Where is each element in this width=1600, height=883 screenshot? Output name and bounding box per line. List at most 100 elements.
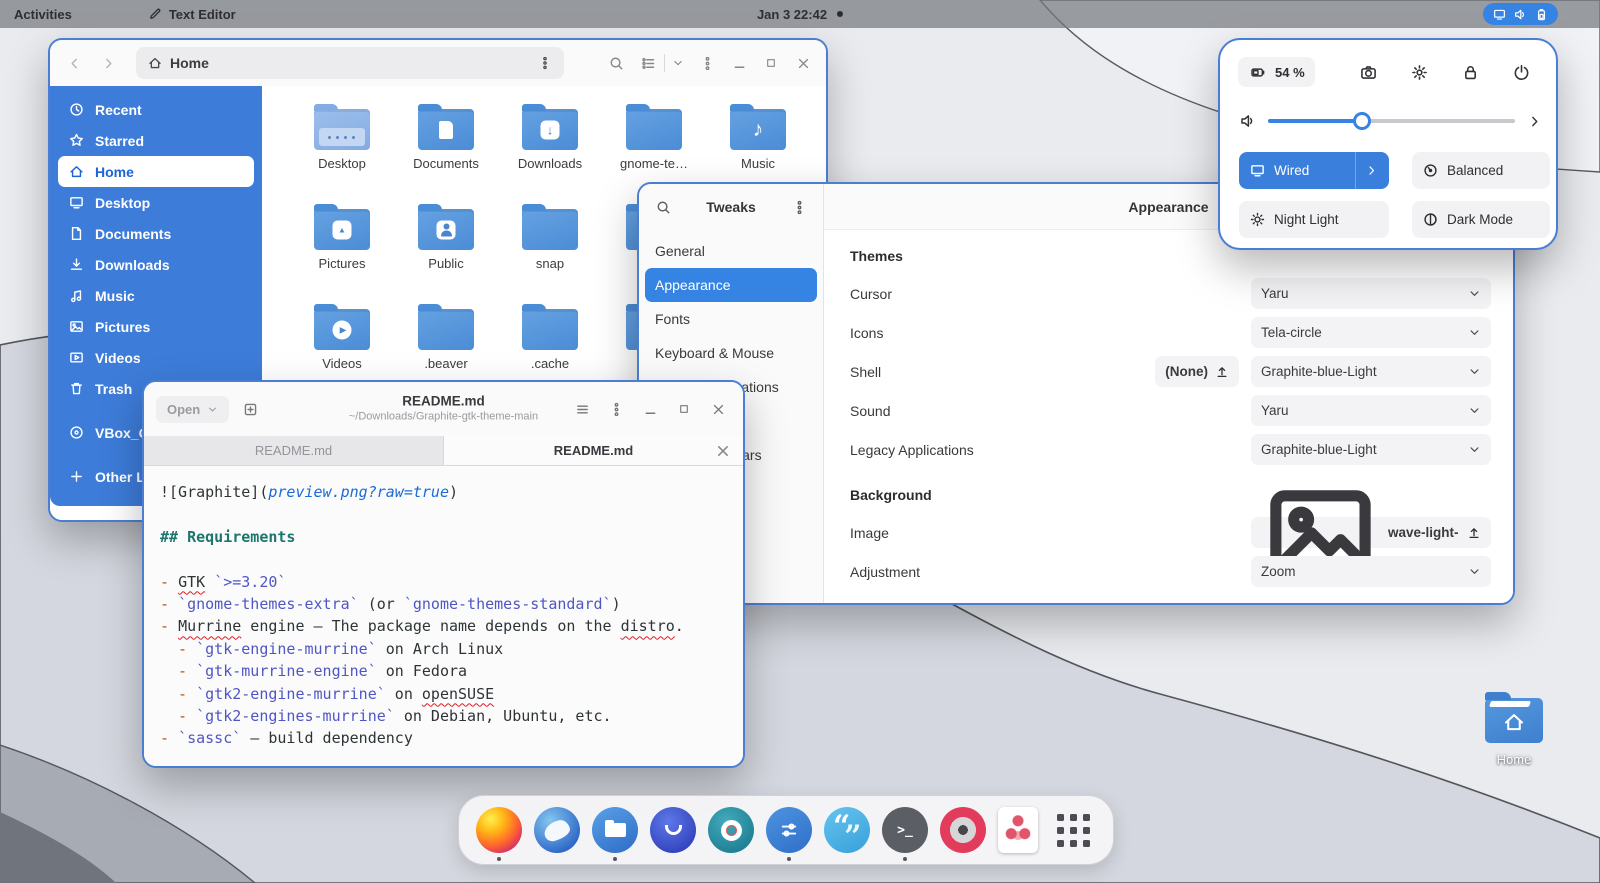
maximize-icon xyxy=(678,403,690,415)
path-menu-icon[interactable] xyxy=(538,56,552,70)
setting-row-sound: SoundYaru xyxy=(850,391,1491,430)
dock-icon-terminal[interactable]: >_ xyxy=(882,807,928,853)
editor-content[interactable]: ![Graphite](preview.png?raw=true)## Requ… xyxy=(144,466,743,766)
folder-label: snap xyxy=(536,256,564,271)
tweaks-nav-appearance[interactable]: Appearance xyxy=(645,268,817,302)
setting-row-shell: Shell(None)Graphite-blue-Light xyxy=(850,352,1491,391)
volume-row xyxy=(1240,110,1542,132)
sidebar-item-home[interactable]: Home xyxy=(58,156,254,187)
close-button[interactable] xyxy=(790,50,816,76)
tab-close-icon[interactable] xyxy=(715,443,731,459)
forward-button[interactable] xyxy=(94,49,122,77)
tile-wired[interactable]: Wired xyxy=(1239,152,1389,189)
dock-icon-app-grid[interactable] xyxy=(1050,807,1096,853)
disc-icon xyxy=(69,425,84,440)
dock-icon-media[interactable] xyxy=(940,807,986,853)
battery-indicator[interactable]: 54 % xyxy=(1238,57,1315,87)
list-view-button[interactable] xyxy=(635,50,661,76)
sidebar-item-documents[interactable]: Documents xyxy=(58,218,254,249)
activities-button[interactable]: Activities xyxy=(0,0,86,28)
dropdown-sound[interactable]: Yaru xyxy=(1251,395,1491,426)
chevron-right-icon[interactable] xyxy=(1527,114,1542,129)
sidebar-item-videos[interactable]: Videos xyxy=(58,342,254,373)
editor-panel-button[interactable] xyxy=(569,396,595,422)
search-button[interactable] xyxy=(603,50,629,76)
dock-icon-tweaks[interactable] xyxy=(766,807,812,853)
sidebar-item-pictures[interactable]: Pictures xyxy=(58,311,254,342)
shell-none-button[interactable]: (None) xyxy=(1155,356,1239,387)
dock-icon-files[interactable] xyxy=(592,807,638,853)
dropdown-icons[interactable]: Tela-circle xyxy=(1251,317,1491,348)
open-button[interactable]: Open xyxy=(156,396,229,423)
maximize-button[interactable] xyxy=(758,50,784,76)
tweaks-search-button[interactable] xyxy=(651,195,675,219)
tweaks-nav-general[interactable]: General xyxy=(645,234,817,268)
setting-row-icons: IconsTela-circle xyxy=(850,313,1491,352)
system-tray[interactable] xyxy=(1483,3,1558,25)
folder-desktop[interactable]: Desktop xyxy=(290,100,394,200)
dock-icon-text-editor[interactable]: “„ xyxy=(824,807,870,853)
maximize-button[interactable] xyxy=(671,396,697,422)
tweaks-nav-fonts[interactable]: Fonts xyxy=(645,302,817,336)
files-menu-button[interactable] xyxy=(694,50,720,76)
volume-slider[interactable] xyxy=(1268,119,1515,123)
tile-dark-mode[interactable]: Dark Mode xyxy=(1412,201,1550,238)
editor-line: ## Requirements xyxy=(160,526,727,548)
sidebar-item-starred[interactable]: Starred xyxy=(58,125,254,156)
dropdown-adjustment[interactable]: Zoom xyxy=(1251,556,1491,587)
trash-icon xyxy=(69,381,84,396)
editor-title: README.md ~/Downloads/Graphite-gtk-theme… xyxy=(349,394,538,425)
tile-balanced[interactable]: Balanced xyxy=(1412,152,1550,189)
clock-label: Jan 3 22:42 xyxy=(757,7,827,22)
sidebar-item-recent[interactable]: Recent xyxy=(58,94,254,125)
sidebar-item-downloads[interactable]: Downloads xyxy=(58,249,254,280)
tile-night-light[interactable]: Night Light xyxy=(1239,201,1389,238)
app-menu[interactable]: Text Editor xyxy=(134,0,250,28)
editor-menu-button[interactable] xyxy=(603,396,629,422)
folder-icon xyxy=(314,109,370,150)
gear-icon xyxy=(1411,64,1428,81)
dock-icon-firefox[interactable] xyxy=(476,807,522,853)
dropdown-cursor[interactable]: Yaru xyxy=(1251,278,1491,309)
dropdown-shell[interactable]: Graphite-blue-Light xyxy=(1251,356,1491,387)
quick-settings-popup: 54 % Wired Balanced Night Light Dark Mode xyxy=(1218,38,1558,250)
dock-icon-software[interactable] xyxy=(650,807,696,853)
power-button[interactable] xyxy=(1510,61,1532,83)
lock-button[interactable] xyxy=(1459,61,1481,83)
folder-pictures[interactable]: ▲Pictures xyxy=(290,200,394,300)
editor-line: - `gtk2-engines-murrine` on Debian, Ubun… xyxy=(160,705,727,727)
sidebar-item-music[interactable]: Music xyxy=(58,280,254,311)
folder-label: .beaver xyxy=(424,356,467,371)
chevron-left-icon xyxy=(67,56,82,71)
folder-downloads[interactable]: ↓Downloads xyxy=(498,100,602,200)
tweaks-menu-button[interactable] xyxy=(787,195,811,219)
home-desktop-icon[interactable]: Home xyxy=(1478,698,1550,767)
music-badge-icon: ♪ xyxy=(753,118,764,142)
camera-button[interactable] xyxy=(1357,61,1379,83)
new-tab-button[interactable] xyxy=(237,396,263,422)
close-button[interactable] xyxy=(705,396,731,422)
editor-line: - `gtk-engine-murrine` on Arch Linux xyxy=(160,638,727,660)
folder-snap[interactable]: snap xyxy=(498,200,602,300)
clock-button[interactable]: Jan 3 22:42 xyxy=(757,7,843,22)
folder-public[interactable]: Public xyxy=(394,200,498,300)
tweaks-nav-keyboard-mouse[interactable]: Keyboard & Mouse xyxy=(645,336,817,370)
sidebar-item-desktop[interactable]: Desktop xyxy=(58,187,254,218)
gear-button[interactable] xyxy=(1408,61,1430,83)
folder-documents[interactable]: Documents xyxy=(394,100,498,200)
tile-expand[interactable] xyxy=(1355,152,1378,189)
editor-tab-1[interactable]: README.md xyxy=(144,436,444,465)
dock-icon-thunderbird[interactable] xyxy=(534,807,580,853)
minimize-button[interactable] xyxy=(637,396,663,422)
editor-tabbar: README.mdREADME.md xyxy=(144,436,743,466)
back-button[interactable] xyxy=(60,49,88,77)
view-options-button[interactable] xyxy=(668,50,688,76)
text-editor-window: Open README.md ~/Downloads/Graphite-gtk-… xyxy=(142,380,745,768)
dock-icon-help[interactable] xyxy=(708,807,754,853)
path-bar[interactable]: Home xyxy=(136,47,564,79)
volume-knob[interactable] xyxy=(1353,112,1371,130)
file-chooser-image[interactable]: wave-light-nord-ubuntu.png xyxy=(1251,517,1491,548)
editor-tab-2[interactable]: README.md xyxy=(444,436,743,465)
minimize-button[interactable] xyxy=(726,50,752,76)
dock-icon-theme-file[interactable] xyxy=(998,807,1038,853)
